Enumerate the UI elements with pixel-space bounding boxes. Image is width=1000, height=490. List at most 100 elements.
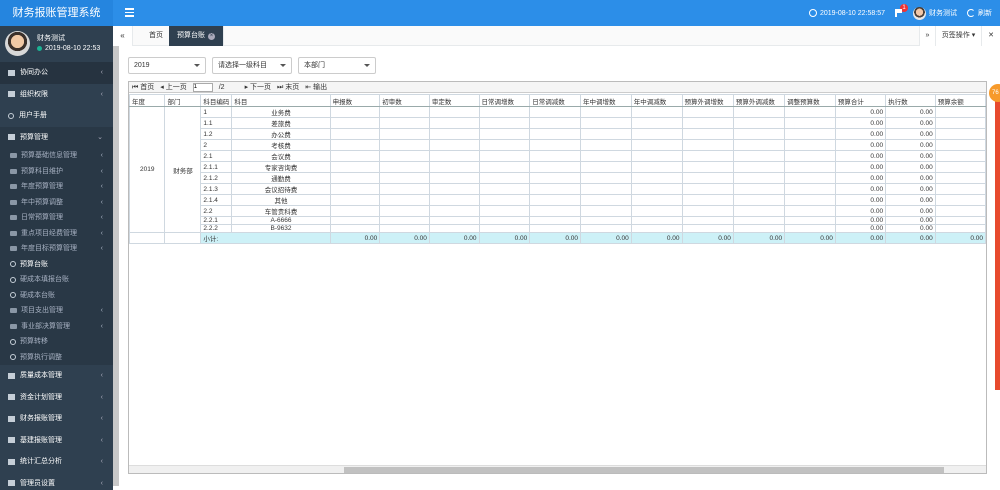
value-cell [784,205,836,217]
sidebar-item-finance[interactable]: 财务报账管理 ‹ [0,408,113,430]
subject-select[interactable]: 请选择一级科目 [212,57,292,74]
table-row[interactable]: 2.1.1 专家咨询费 0.00 0.00 [130,161,986,173]
column-header[interactable]: 日常调减数 [529,94,582,107]
menu-toggle-icon[interactable] [125,8,134,17]
column-header[interactable]: 执行数 [885,94,936,107]
sidebar-subitem[interactable]: 日常预算管理 ‹ [0,210,113,226]
sidebar-subitem[interactable]: 硬成本填报台账 [0,272,113,288]
last-page-button[interactable]: ⏭ 末页 [277,82,299,92]
refresh-button[interactable]: 刷新 [967,8,992,18]
table-row[interactable]: 2.2.1 A-6666 0.00 0.00 [130,215,986,226]
sidebar-subitem[interactable]: 预算执行调整 [0,349,113,365]
exec-cell: 0.00 [885,215,936,226]
prev-page-button[interactable]: ◂ 上一页 [160,82,186,92]
sidebar-group-budget[interactable]: 预算管理 ⌄ [0,126,113,148]
column-header[interactable]: 科目编码 [200,94,233,107]
circle-icon [8,112,14,119]
horizontal-scrollbar[interactable] [129,465,986,473]
table-row[interactable]: 1.2 办公费 0.00 0.00 [130,128,986,140]
table-row[interactable]: 2.1.4 其他 0.00 0.00 [130,194,986,206]
table-row[interactable]: 2 考核费 0.00 0.00 [130,139,986,151]
sidebar-subitem[interactable]: 预算科目维护 ‹ [0,163,113,179]
tab-budget-ledger[interactable]: 预算台账 × [169,26,224,46]
scroll-thumb[interactable] [344,467,944,473]
value-cell [681,161,734,173]
tab-scroll-right-button[interactable]: » [919,26,935,46]
column-header[interactable]: 初审数 [379,94,430,107]
user-menu[interactable]: 财务测试 [913,6,957,20]
sidebar-subitem[interactable]: 预算转移 [0,334,113,350]
table-row[interactable]: 2019 财务部 1 业务费 0.00 0.00 [129,105,986,234]
balance-cell [934,128,986,140]
sidebar-subitem[interactable]: 事业部决算管理 ‹ [0,318,113,334]
value-cell [379,183,430,195]
page-number-input[interactable] [192,82,213,92]
column-header[interactable]: 年中调增数 [580,94,632,107]
sidebar-subitem[interactable]: 预算基础信息管理 ‹ [0,148,113,164]
value-cell [428,215,480,226]
sidebar-subitem[interactable]: 项目支出管理 ‹ [0,303,113,319]
tabs-bar: « 首页 预算台账 × » 页签操作 ▾ ✕ [113,26,1000,46]
column-header[interactable]: 预算外调减数 [732,94,786,107]
table-row[interactable]: 1.1 差旅费 0.00 0.00 [130,117,986,129]
folder-icon [10,199,17,205]
export-label: 输出 [313,84,328,91]
sidebar-subitem-budget-ledger[interactable]: 预算台账 [0,256,113,272]
year-select[interactable]: 2019 [128,57,206,74]
value-cell [681,205,734,217]
next-page-button[interactable]: ▸ 下一页 [245,82,271,92]
table-row[interactable]: 2.1 会议费 0.00 0.00 [130,150,986,162]
sidebar-item-manual[interactable]: 用户手册 [0,105,113,127]
sidebar-item-stats[interactable]: 统计汇总分析 ‹ [0,451,113,473]
tab-ops-dropdown[interactable]: 页签操作 ▾ [935,26,981,46]
sidebar-subitem[interactable]: 年中预算调整 ‹ [0,194,113,210]
sidebar-item-admin[interactable]: 管理员设置 ‹ [0,473,113,490]
balance-cell [934,172,986,184]
sidebar-item-office[interactable]: 协同办公 ‹ [0,62,113,84]
table-row[interactable]: 2.2 车管责科费 0.00 0.00 [130,205,986,217]
sidebar-item-funds[interactable]: 资金计划管理 ‹ [0,387,113,409]
subtotal-value: 0.00 [885,232,936,245]
sidebar-subitem[interactable]: 年度目标预算管理 ‹ [0,241,113,257]
tab-scroll-left-button[interactable]: « [113,26,133,46]
exec-cell: 0.00 [885,161,936,173]
code-cell: 2.1.4 [200,194,233,206]
column-header[interactable]: 日常调增数 [478,94,531,107]
column-header[interactable]: 部门 [164,94,202,107]
export-button[interactable]: ⇤ 输出 [305,82,327,92]
app-title: 财务报账管理系统 [0,0,113,26]
table-row[interactable]: 2.2.2 B-9632 0.00 0.00 [130,224,986,234]
sidebar-subitem[interactable]: 硬成本台账 [0,287,113,303]
float-badge[interactable]: 76 [989,84,1000,102]
sidebar-item-org[interactable]: 组织权限 ‹ [0,84,113,106]
value-cell [428,106,480,118]
sidebar-item-quality[interactable]: 质量成本管理 ‹ [0,365,113,387]
table-row[interactable]: 2.1.2 通勤费 0.00 0.00 [130,172,986,184]
sidebar-subitem[interactable]: 年度预算管理 ‹ [0,179,113,195]
column-header[interactable]: 预算余额 [934,94,986,107]
column-header[interactable]: 申报数 [329,94,381,107]
column-header[interactable]: 预算外调增数 [681,94,734,107]
column-header[interactable]: 年中调减数 [630,94,683,107]
column-header[interactable]: 审定数 [428,94,480,107]
close-icon[interactable]: × [208,33,215,40]
fullscreen-button[interactable]: ✕ [981,26,1000,46]
value-cell [681,224,734,234]
vertical-scrollbar[interactable] [113,46,119,486]
sidebar-item-infra[interactable]: 基建报账管理 ‹ [0,430,113,452]
column-header[interactable]: 科目 [231,94,331,107]
sidebar-item-label: 基建报账管理 [20,436,62,444]
total-cell: 0.00 [834,183,887,195]
sidebar-subitem[interactable]: 重点项目经费管理 ‹ [0,225,113,241]
column-header[interactable]: 年度 [129,94,166,107]
notifications-button[interactable]: 1 [895,4,908,17]
column-header[interactable]: 预算合计 [834,94,887,107]
subject-cell: 业务费 [231,106,331,118]
tab-home[interactable]: 首页 [141,26,172,46]
chevron-left-icon: ‹ [100,198,103,206]
first-page-button[interactable]: ⏮ 首页 [132,82,154,92]
dept-select[interactable]: 本部门 [298,57,376,74]
table-row[interactable]: 2.1.3 会议招待费 0.00 0.00 [130,183,986,195]
tab-ops-label: 页签操作 [941,32,970,39]
column-header[interactable]: 调整预算数 [784,94,836,107]
